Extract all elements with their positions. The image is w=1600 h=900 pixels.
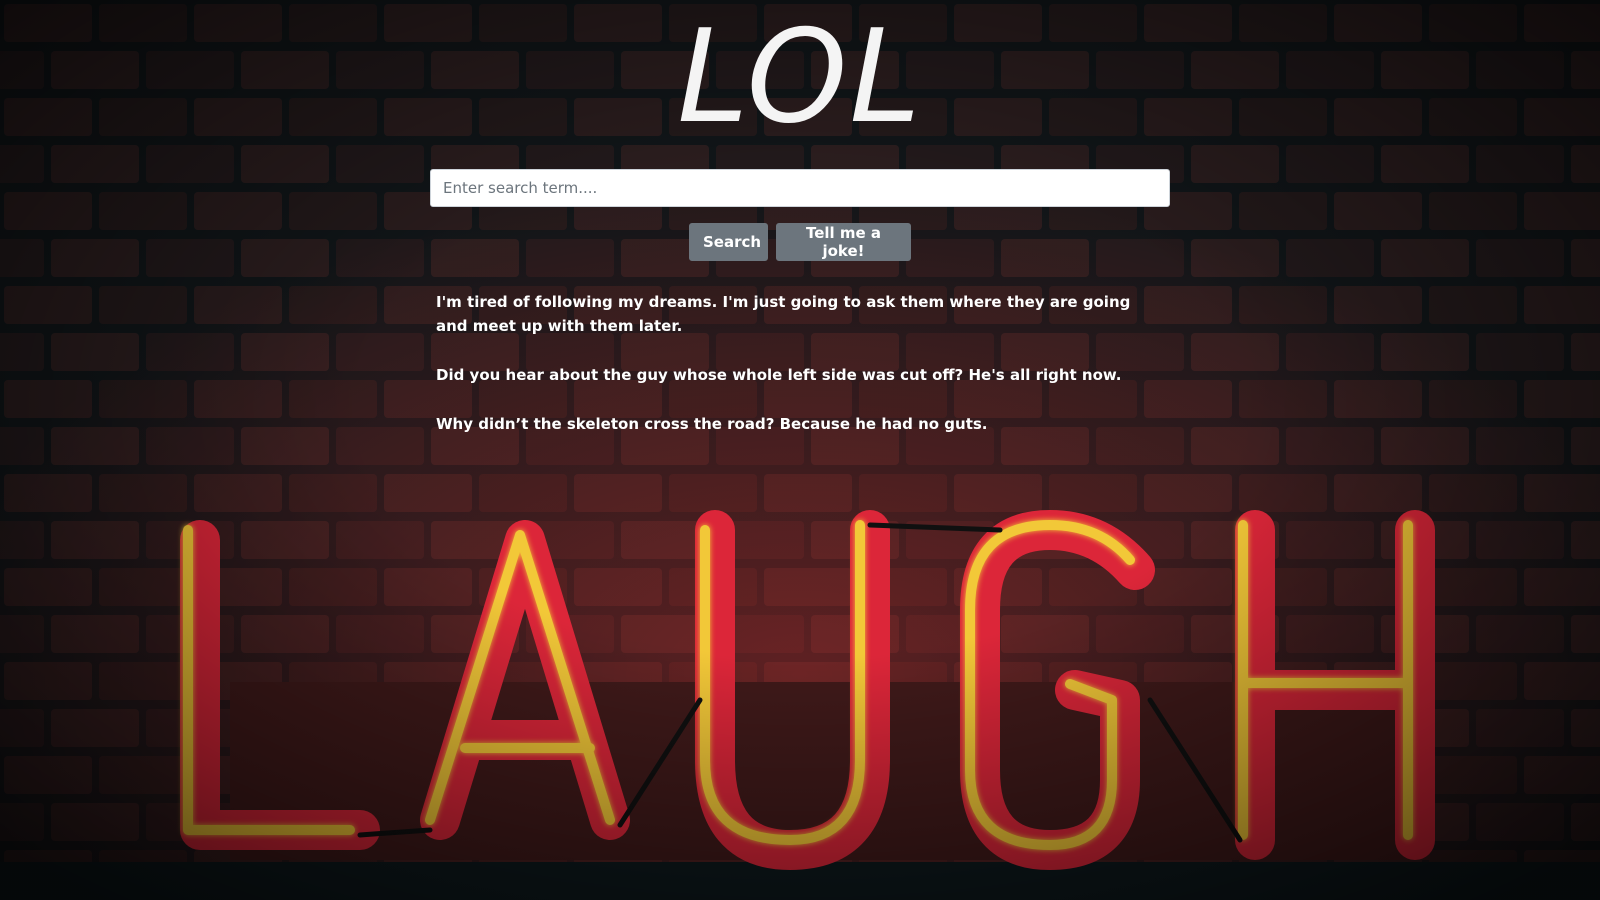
search-button[interactable]: Search xyxy=(689,223,768,261)
joke-list: I'm tired of following my dreams. I'm ju… xyxy=(436,290,1166,461)
joke-item: Did you hear about the guy whose whole l… xyxy=(436,366,1122,384)
page-title: LOL xyxy=(677,3,923,152)
search-input[interactable] xyxy=(430,169,1170,207)
joke-item: Why didn’t the skeleton cross the road? … xyxy=(436,415,988,433)
tell-joke-button[interactable]: Tell me a joke! xyxy=(776,223,911,261)
joke-item: I'm tired of following my dreams. I'm ju… xyxy=(436,293,1131,335)
